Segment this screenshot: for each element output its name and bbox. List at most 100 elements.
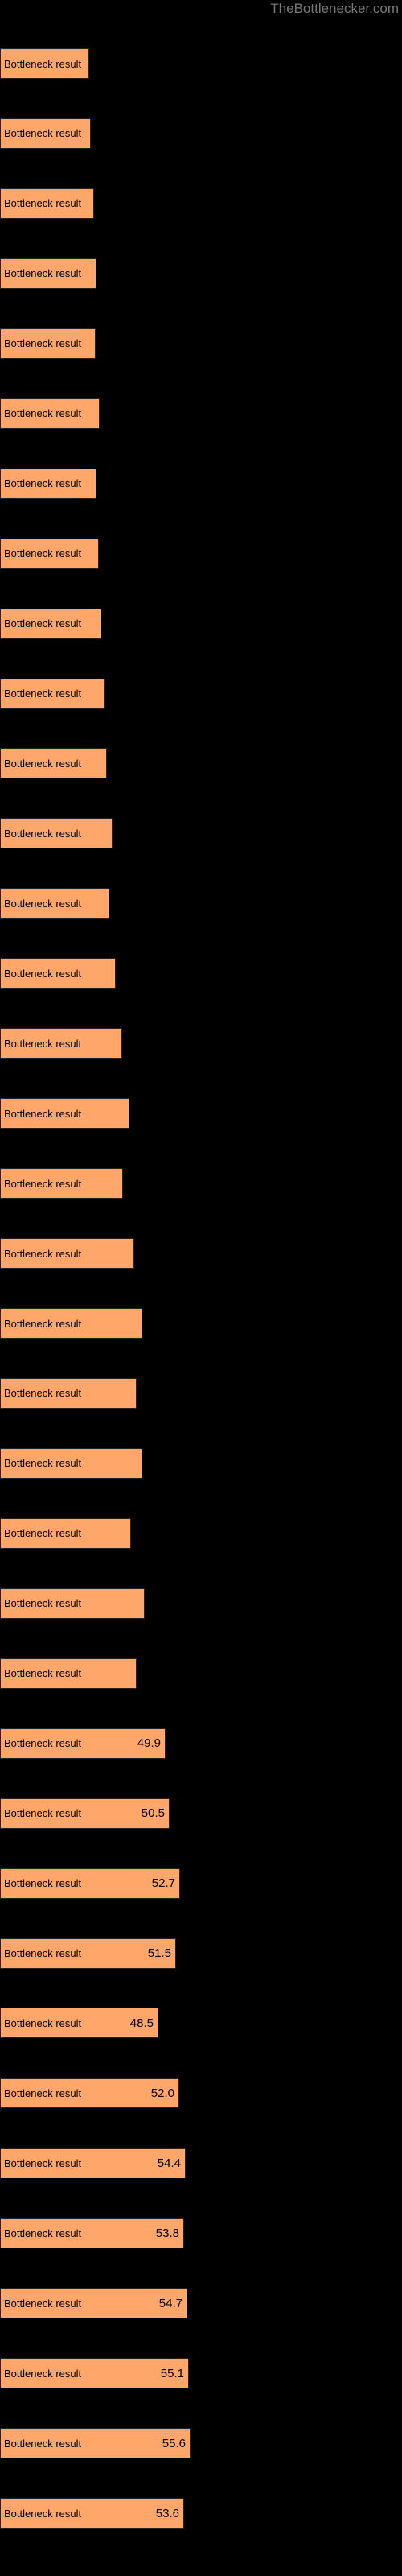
bar-row: Bottleneck result [0,188,402,219]
bar[interactable]: Bottleneck result [0,1098,129,1129]
bar[interactable]: Bottleneck result [0,118,91,149]
bar-value: 55.6 [162,2436,186,2450]
bar-label: Bottleneck result [4,2507,82,2520]
bar-label: Bottleneck result [4,1387,82,1400]
bar-row: Bottleneck result [0,1308,402,1339]
bar-row: Bottleneck result [0,678,402,709]
bar-label: Bottleneck result [4,2297,82,2310]
bar[interactable]: Bottleneck result [0,1657,137,1689]
bar[interactable]: Bottleneck result [0,538,99,569]
bar-row: Bottleneck result 54.4 [0,2148,402,2179]
bar-label: Bottleneck result [4,757,82,770]
bar-value: 54.4 [157,2156,181,2170]
bar[interactable]: Bottleneck result [0,818,113,849]
bar-row: Bottleneck result 55.6 [0,2428,402,2459]
bar[interactable]: Bottleneck result [0,1028,122,1059]
bar-row: Bottleneck result [0,258,402,289]
bar-label: Bottleneck result [4,407,82,420]
bar-row: Bottleneck result 48.5 [0,2008,402,2039]
bar-label: Bottleneck result [4,2087,82,2099]
bar-row: Bottleneck result 51.5 [0,1938,402,1969]
bar-row: Bottleneck result [0,1238,402,1269]
bar-label: Bottleneck result [4,477,82,490]
bar[interactable]: Bottleneck result [0,258,96,289]
bar-row: Bottleneck result 55.1 [0,2358,402,2389]
bar-label: Bottleneck result [4,57,82,70]
bar-label: Bottleneck result [4,1317,82,1330]
bar-label: Bottleneck result [4,1947,82,1959]
bar-label: Bottleneck result [4,1737,82,1750]
bar-row: Bottleneck result [0,1657,402,1689]
bar[interactable]: Bottleneck result 53.8 [0,2218,184,2249]
bar-row: Bottleneck result [0,1377,402,1409]
bar-row: Bottleneck result [0,328,402,359]
bar-value: 53.8 [155,2226,179,2240]
bar[interactable]: Bottleneck result 52.7 [0,1868,180,1899]
bar[interactable]: Bottleneck result [0,468,96,499]
bar-row: Bottleneck result [0,1587,402,1619]
bar-row: Bottleneck result 52.0 [0,2078,402,2109]
bar[interactable]: Bottleneck result [0,1587,145,1619]
bar[interactable]: Bottleneck result 52.0 [0,2078,179,2109]
bar[interactable]: Bottleneck result [0,1238,134,1269]
bar[interactable]: Bottleneck result 49.9 [0,1728,166,1759]
bottleneck-bar-chart: Bottleneck result Bottleneck result Bottle… [0,0,402,2576]
bar[interactable]: Bottleneck result [0,1168,123,1199]
bar-label: Bottleneck result [4,1807,82,1820]
bar-label: Bottleneck result [4,547,82,560]
bar-label: Bottleneck result [4,337,82,350]
bar[interactable]: Bottleneck result 55.6 [0,2428,191,2459]
bar-label: Bottleneck result [4,2017,82,2029]
bar[interactable]: Bottleneck result [0,678,105,709]
bar-row: Bottleneck result 52.7 [0,1868,402,1899]
bar[interactable]: Bottleneck result [0,1517,131,1549]
bar-label: Bottleneck result [4,1527,82,1540]
bar-label: Bottleneck result [4,267,82,280]
bar-row: Bottleneck result [0,1447,402,1479]
bar-row: Bottleneck result [0,1098,402,1129]
bar[interactable]: Bottleneck result 50.5 [0,1798,170,1829]
bar-label: Bottleneck result [4,1667,82,1680]
bar-row: Bottleneck result 54.7 [0,2288,402,2319]
bar-label: Bottleneck result [4,1107,82,1120]
bar[interactable]: Bottleneck result 51.5 [0,1938,176,1969]
bar-row: Bottleneck result 53.8 [0,2218,402,2249]
bar-value: 52.7 [151,1876,175,1891]
bar[interactable]: Bottleneck result 53.6 [0,2498,184,2529]
bar-value: 51.5 [147,1946,171,1960]
bar-label: Bottleneck result [4,1247,82,1260]
bar[interactable]: Bottleneck result [0,328,96,359]
bar-label: Bottleneck result [4,1597,82,1610]
bar-value: 49.9 [137,1736,161,1751]
bar-label: Bottleneck result [4,687,82,700]
bar-label: Bottleneck result [4,2227,82,2240]
bar-value: 52.0 [150,2086,174,2100]
bar[interactable]: Bottleneck result [0,398,100,429]
bar-row: Bottleneck result [0,1168,402,1199]
bar[interactable]: Bottleneck result [0,608,101,639]
bar-label: Bottleneck result [4,967,82,980]
bar[interactable]: Bottleneck result [0,1447,142,1479]
bar[interactable]: Bottleneck result [0,958,116,989]
bar-value: 53.6 [155,2506,179,2520]
bar-label: Bottleneck result [4,2437,82,2450]
bar[interactable]: Bottleneck result [0,188,94,219]
bar[interactable]: Bottleneck result [0,1377,137,1409]
bar-label: Bottleneck result [4,2157,82,2169]
bar[interactable]: Bottleneck result 54.4 [0,2148,186,2179]
bar[interactable]: Bottleneck result [0,1308,142,1339]
bar-row: Bottleneck result 50.5 [0,1798,402,1829]
bar-row: Bottleneck result 53.6 [0,2498,402,2529]
bar-label: Bottleneck result [4,1037,82,1050]
bar-value: 54.7 [158,2296,183,2310]
bar-label: Bottleneck result [4,1877,82,1890]
bar[interactable]: Bottleneck result [0,48,89,79]
bar-row: Bottleneck result [0,1028,402,1059]
bar[interactable]: Bottleneck result 55.1 [0,2358,189,2389]
bar[interactable]: Bottleneck result [0,748,107,779]
bar[interactable]: Bottleneck result 54.7 [0,2288,187,2319]
bar-row: Bottleneck result [0,468,402,499]
bar-label: Bottleneck result [4,127,82,140]
bar[interactable]: Bottleneck result 48.5 [0,2008,158,2039]
bar[interactable]: Bottleneck result [0,888,109,919]
